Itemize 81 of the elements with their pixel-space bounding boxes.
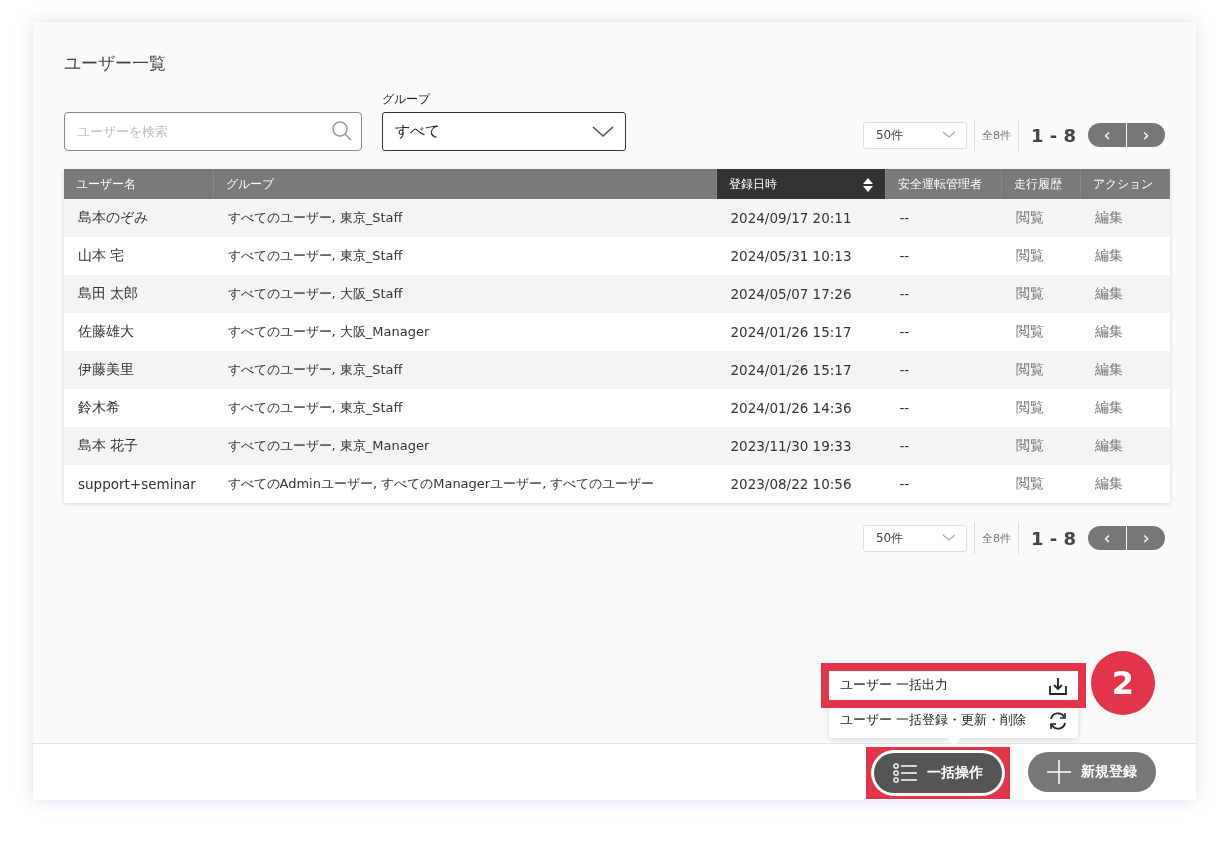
chevron-down-icon <box>941 131 956 139</box>
list-icon <box>893 763 917 783</box>
table-link[interactable]: 閲覧 <box>1001 275 1081 313</box>
table-cell: -- <box>885 351 1002 389</box>
column-header[interactable]: 登録日時 <box>716 169 886 199</box>
column-header[interactable]: アクション <box>1080 169 1170 199</box>
table-link[interactable]: 編集 <box>1080 199 1170 237</box>
table-link[interactable]: 閲覧 <box>1001 313 1081 351</box>
table-cell: 2024/01/26 15:17 <box>716 313 886 351</box>
menu-item[interactable]: ユーザー 一括登録・更新・削除 <box>829 703 1078 738</box>
table-cell: -- <box>885 199 1002 237</box>
column-header[interactable]: 走行履歴 <box>1001 169 1081 199</box>
refresh-icon <box>1048 710 1068 731</box>
table-cell: 2023/11/30 19:33 <box>716 427 886 465</box>
table-cell: -- <box>885 237 1002 275</box>
per-page-select[interactable]: 50件 <box>862 524 967 552</box>
table-link[interactable]: 閲覧 <box>1001 389 1081 427</box>
table-link[interactable]: 閲覧 <box>1001 237 1081 275</box>
table-cell: 2024/05/07 17:26 <box>716 275 886 313</box>
table-cell: すべてのAdminユーザー, すべてのManagerユーザー, すべてのユーザー <box>213 465 717 503</box>
total-count: 全8件 <box>981 530 1011 546</box>
page-range: 1 - 8 <box>1030 527 1076 549</box>
table-link[interactable]: 編集 <box>1080 389 1170 427</box>
table-cell: 2023/08/22 10:56 <box>716 465 886 503</box>
column-header[interactable]: ユーザー名 <box>64 169 214 199</box>
step-badge: 2 <box>1091 651 1155 715</box>
table-cell: -- <box>885 313 1002 351</box>
table-cell: 2024/05/31 10:13 <box>716 237 886 275</box>
page-title: ユーザー一覧 <box>64 52 167 75</box>
footer-button[interactable]: 一括操作 <box>874 753 1002 793</box>
chevron-down-icon <box>592 125 614 138</box>
table-cell: 佐藤雄大 <box>64 313 214 351</box>
download-icon <box>1048 675 1068 696</box>
column-header[interactable]: グループ <box>213 169 717 199</box>
previous-page-button[interactable]: ‹ <box>1088 526 1126 550</box>
table-cell: 2024/01/26 14:36 <box>716 389 886 427</box>
table-cell: -- <box>885 389 1002 427</box>
table-cell: 2024/01/26 15:17 <box>716 351 886 389</box>
total-count: 全8件 <box>981 127 1011 143</box>
table-cell: 山本 宅 <box>64 237 214 275</box>
table-link[interactable]: 編集 <box>1080 275 1170 313</box>
table-link[interactable]: 閲覧 <box>1001 465 1081 503</box>
table-link[interactable]: 閲覧 <box>1001 427 1081 465</box>
search-icon <box>331 120 353 142</box>
page-range: 1 - 8 <box>1030 124 1076 146</box>
table-cell: 島田 太郎 <box>64 275 214 313</box>
table-cell: 鈴木希 <box>64 389 214 427</box>
menu-item[interactable]: ユーザー 一括出力 <box>826 668 1081 703</box>
table-cell: すべてのユーザー, 大阪_Manager <box>213 313 717 351</box>
table-cell: すべてのユーザー, 東京_Staff <box>213 351 717 389</box>
table-link[interactable]: 閲覧 <box>1001 199 1081 237</box>
table-link[interactable]: 編集 <box>1080 465 1170 503</box>
table-cell: すべてのユーザー, 大阪_Staff <box>213 275 717 313</box>
table-cell: -- <box>885 427 1002 465</box>
plus-icon <box>1047 760 1071 784</box>
group-label: グループ <box>382 91 432 108</box>
table-cell: -- <box>885 465 1002 503</box>
table-cell: すべてのユーザー, 東京_Manager <box>213 427 717 465</box>
table-cell: -- <box>885 275 1002 313</box>
table-cell: すべてのユーザー, 東京_Staff <box>213 199 717 237</box>
chevron-down-icon <box>941 534 956 542</box>
table-cell: すべてのユーザー, 東京_Staff <box>213 389 717 427</box>
column-header[interactable]: 安全運転管理者 <box>885 169 1002 199</box>
table-cell: support+seminar <box>64 465 214 503</box>
footer-button[interactable]: 新規登録 <box>1028 752 1156 792</box>
table-cell: 伊藤美里 <box>64 351 214 389</box>
table-cell: 2024/09/17 20:11 <box>716 199 886 237</box>
previous-page-button[interactable]: ‹ <box>1088 123 1126 147</box>
table-cell: 島本 花子 <box>64 427 214 465</box>
next-page-button[interactable]: › <box>1127 123 1165 147</box>
table-cell: 島本のぞみ <box>64 199 214 237</box>
table-link[interactable]: 編集 <box>1080 351 1170 389</box>
table-link[interactable]: 編集 <box>1080 313 1170 351</box>
group-select[interactable]: すべて <box>382 112 626 151</box>
table-cell: すべてのユーザー, 東京_Staff <box>213 237 717 275</box>
next-page-button[interactable]: › <box>1127 526 1165 550</box>
sort-icon <box>863 177 873 192</box>
table-link[interactable]: 編集 <box>1080 237 1170 275</box>
table-link[interactable]: 編集 <box>1080 427 1170 465</box>
per-page-select[interactable]: 50件 <box>862 121 967 149</box>
table-link[interactable]: 閲覧 <box>1001 351 1081 389</box>
